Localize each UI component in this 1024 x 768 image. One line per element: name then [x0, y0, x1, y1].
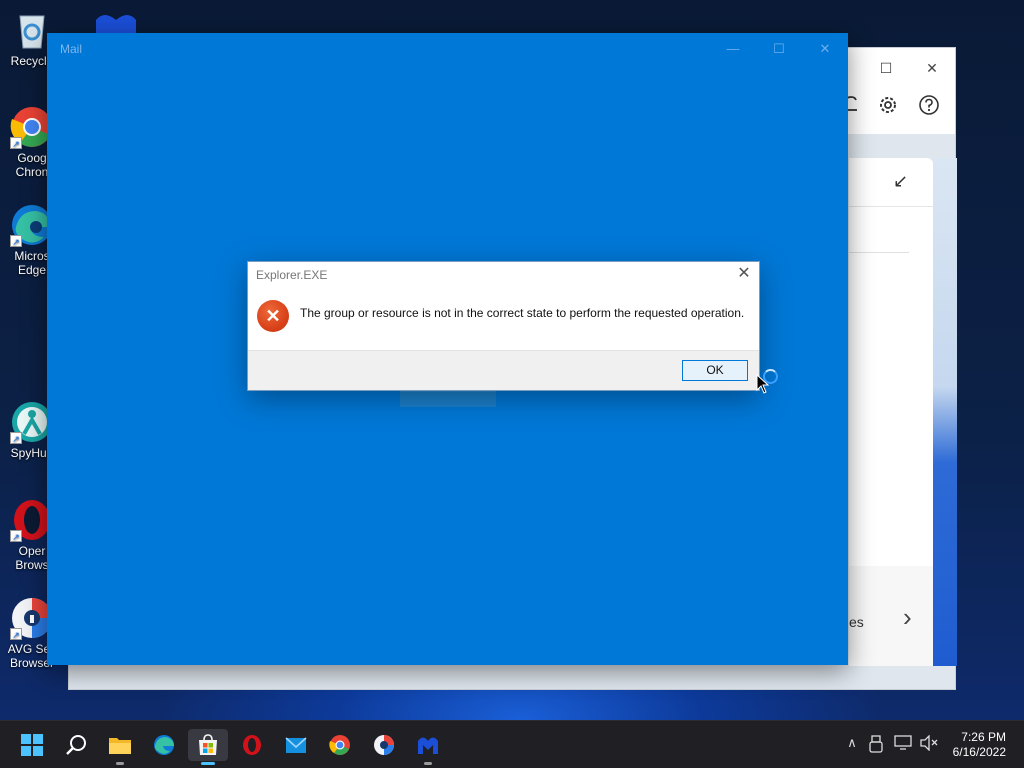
- malwarebytes-desktop-icon[interactable]: [92, 10, 140, 34]
- shortcut-arrow-icon: ↗: [10, 628, 22, 640]
- shortcut-arrow-icon: ↗: [10, 137, 22, 149]
- search-icon: [66, 735, 86, 755]
- close-button[interactable]: ✕: [810, 37, 840, 61]
- taskbar-search-button[interactable]: [56, 729, 96, 761]
- opera-icon: [243, 735, 261, 755]
- dialog-message: The group or resource is not in the corr…: [300, 306, 745, 320]
- mail-splash-element: [400, 391, 496, 407]
- taskbar-edge[interactable]: [144, 729, 184, 761]
- taskbar-mail[interactable]: [276, 729, 316, 761]
- dialog-close-button[interactable]: ✕: [735, 265, 753, 283]
- close-button[interactable]: ✕: [915, 54, 949, 82]
- mouse-cursor-icon: [756, 373, 770, 394]
- background-list-item[interactable]: es ›: [849, 566, 933, 666]
- maximize-button[interactable]: ☐: [764, 37, 794, 61]
- active-indicator: [201, 762, 215, 765]
- shortcut-arrow-icon: ↗: [10, 530, 22, 542]
- volume-muted-icon[interactable]: [919, 734, 939, 754]
- collapse-icon[interactable]: ↙: [893, 171, 908, 192]
- malwarebytes-icon: [418, 737, 438, 754]
- running-indicator: [116, 762, 124, 765]
- ok-button[interactable]: OK: [682, 360, 748, 381]
- running-indicator: [424, 762, 432, 765]
- taskbar-avg-browser[interactable]: [364, 729, 404, 761]
- chevron-right-icon: ›: [903, 602, 912, 632]
- avg-browser-icon: [374, 735, 394, 755]
- dialog-title: Explorer.EXE: [256, 268, 328, 282]
- tray-overflow-chevron-icon[interactable]: ∧: [842, 735, 862, 751]
- taskbar-file-explorer[interactable]: [100, 729, 140, 765]
- help-icon[interactable]: [918, 94, 940, 116]
- taskbar-clock[interactable]: 7:26 PM 6/16/2022: [953, 730, 1006, 760]
- microsoft-store-icon: [199, 734, 217, 755]
- taskbar-microsoft-store[interactable]: [188, 729, 228, 765]
- network-icon[interactable]: [893, 735, 913, 754]
- error-icon: ✕: [257, 300, 289, 332]
- desktop: Recycle ↗ Goog Chron ↗ Micros Edge ↗ Spy…: [0, 0, 1024, 720]
- chrome-icon: [329, 735, 350, 755]
- maximize-button[interactable]: ☐: [869, 54, 903, 82]
- file-explorer-icon: [109, 738, 131, 754]
- taskbar-malwarebytes[interactable]: [408, 729, 448, 765]
- truncated-label: es: [849, 614, 864, 630]
- divider: [849, 252, 909, 253]
- mail-icon: [285, 737, 307, 753]
- minimize-button[interactable]: —: [718, 37, 748, 61]
- start-icon: [21, 734, 43, 756]
- start-button[interactable]: [12, 729, 52, 761]
- edge-icon: [154, 735, 174, 755]
- background-wallpaper-strip: [933, 158, 957, 666]
- usb-device-icon[interactable]: [866, 735, 886, 756]
- taskbar-chrome[interactable]: [320, 729, 360, 761]
- taskbar: ∧ 7:26 PM 6/16/2022: [0, 720, 1024, 768]
- background-side-panel: ↙ es ›: [849, 158, 933, 666]
- shortcut-arrow-icon: ↗: [10, 235, 22, 247]
- mail-window-title: Mail: [60, 42, 83, 56]
- clock-date: 6/16/2022: [952, 745, 1006, 759]
- dialog-footer: OK: [248, 350, 759, 390]
- divider: [849, 206, 933, 207]
- shortcut-arrow-icon: ↗: [10, 432, 22, 444]
- clock-time: 7:26 PM: [961, 730, 1006, 744]
- settings-gear-icon[interactable]: [877, 94, 899, 116]
- error-dialog[interactable]: Explorer.EXE ✕ ✕ The group or resource i…: [247, 261, 760, 391]
- taskbar-opera[interactable]: [232, 729, 272, 761]
